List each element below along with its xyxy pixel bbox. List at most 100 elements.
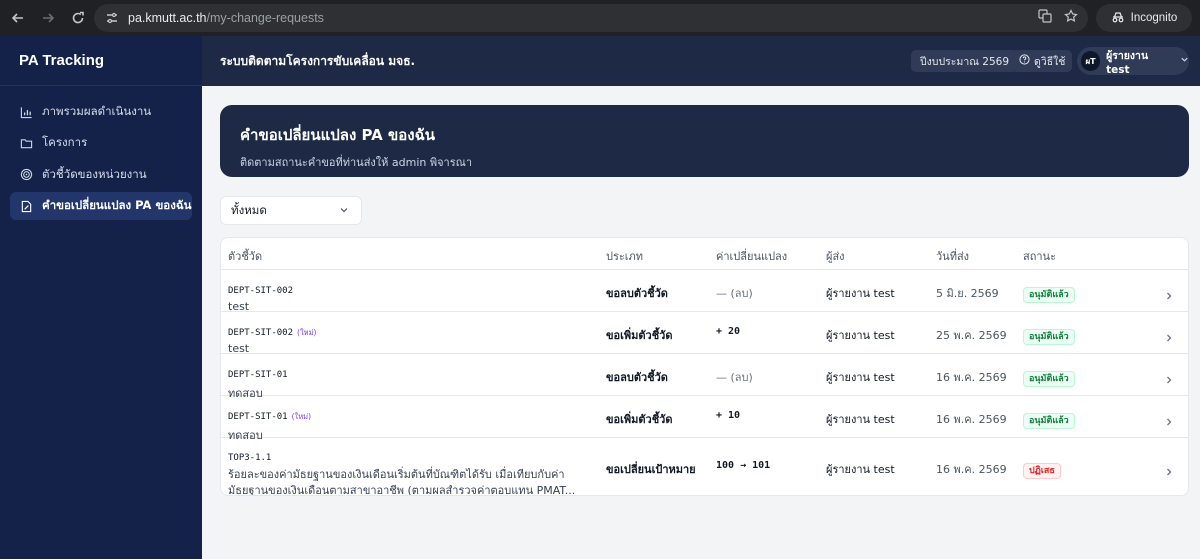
indicator-name-line: ร้อยละของค่ามัธยฐานของเงินเดือนเริ่มต้นท… — [228, 468, 565, 481]
status-badge: ปฏิเสธ — [1023, 462, 1061, 479]
indicator-code: DEPT-SIT-01 — [228, 370, 288, 380]
sidebar-item-label: คำขอเปลี่ยนแปลง PA ของฉัน — [42, 198, 192, 213]
status-badge: อนุมัติแล้ว — [1023, 329, 1075, 345]
address-bar[interactable]: pa.kmutt.ac.th/my-change-requests — [94, 4, 1088, 32]
url-path: /my-change-requests — [206, 11, 324, 25]
chevron-right-icon[interactable] — [1164, 412, 1174, 426]
sender-name: ผู้รายงาน test — [826, 371, 895, 384]
submit-date: 25 พ.ค. 2569 — [936, 329, 1007, 342]
change-value: — (ลบ) — [716, 371, 753, 384]
change-value: + 20 — [716, 326, 741, 337]
status-badge: อนุมัติแล้ว — [1023, 371, 1075, 387]
request-type: ขอเพิ่มตัวชี้วัด — [606, 413, 673, 426]
table-header: ตัวชี้วัด ประเภท ค่าเปลี่ยนแปลง ผู้ส่ง ว… — [221, 238, 1188, 270]
user-menu-button[interactable]: ผT ผู้รายงาน test — [1077, 47, 1189, 76]
indicator-name: ร้อยละของค่ามัธยฐานของเงินเดือนเริ่มต้นท… — [228, 467, 576, 496]
sender-name: ผู้รายงาน test — [826, 329, 895, 342]
page-subtitle: ติดตามสถานะคำขอที่ท่านส่งให้ admin พิจาร… — [240, 156, 473, 169]
bookmark-star-icon[interactable] — [1064, 9, 1078, 27]
folder-icon — [19, 136, 33, 150]
status-cell: อนุมัติแล้ว — [1023, 408, 1075, 429]
submit-date: 5 มิ.ย. 2569 — [936, 287, 999, 300]
status-cell: อนุมัติแล้ว — [1023, 366, 1075, 387]
table-row[interactable]: DEPT-SIT-01 ทดสอบ ขอลบตัวชี้วัด — (ลบ) ผ… — [221, 354, 1188, 400]
change-value: — (ลบ) — [716, 287, 753, 300]
table-body: DEPT-SIT-002 test ขอลบตัวชี้วัด — (ลบ) ผ… — [221, 270, 1188, 495]
file-edit-icon — [19, 199, 33, 213]
status-cell: ปฏิเสธ — [1023, 458, 1061, 479]
brand-logo[interactable]: PA Tracking — [0, 36, 202, 86]
sidebar-item-indicators[interactable]: ตัวชี้วัดของหน่วยงาน — [10, 161, 192, 189]
table-row[interactable]: DEPT-SIT-002 test ขอลบตัวชี้วัด — (ลบ) ผ… — [221, 270, 1188, 313]
submit-date: 16 พ.ค. 2569 — [936, 413, 1007, 426]
chevron-right-icon[interactable] — [1164, 370, 1174, 384]
chevron-down-icon — [1180, 55, 1189, 67]
incognito-button[interactable]: Incognito — [1096, 4, 1192, 32]
reload-icon[interactable] — [64, 4, 92, 32]
status-cell: อนุมัติแล้ว — [1023, 324, 1075, 345]
incognito-label: Incognito — [1130, 12, 1178, 24]
target-icon — [19, 168, 33, 182]
indicator-cell: TOP3-1.1 ร้อยละของค่ามัธยฐานของเงินเดือน… — [228, 445, 576, 496]
chevron-right-icon[interactable] — [1164, 462, 1174, 475]
sidebar-item-label: ตัวชี้วัดของหน่วยงาน — [42, 166, 147, 181]
translate-icon[interactable] — [1038, 9, 1052, 27]
back-icon[interactable] — [4, 4, 32, 32]
chevron-down-icon — [339, 204, 349, 214]
url-text: pa.kmutt.ac.th/my-change-requests — [128, 11, 324, 25]
status-badge: อนุมัติแล้ว — [1023, 413, 1075, 429]
submit-date: 16 พ.ค. 2569 — [936, 462, 1007, 476]
fiscal-year-badge[interactable]: ปีงบประมาณ 2569 — [911, 50, 1019, 72]
page-hero: คำขอเปลี่ยนแปลง PA ของฉัน ติดตามสถานะคำข… — [220, 105, 1189, 177]
table-row[interactable]: TOP3-1.1 ร้อยละของค่ามัธยฐานของเงินเดือน… — [221, 438, 1188, 495]
bar-chart-icon — [19, 105, 33, 119]
sidebar-item-my-change-requests[interactable]: คำขอเปลี่ยนแปลง PA ของฉัน — [10, 192, 192, 221]
chevron-right-icon[interactable] — [1164, 286, 1174, 300]
indicator-name-line: มัธยฐานของเงินเดือนตามสาขาอาชีพ (ตามผลสำ… — [228, 484, 576, 496]
change-value: 100 → 101 — [716, 459, 771, 471]
indicator-code: TOP3-1.1 — [228, 453, 272, 463]
status-badge: อนุมัติแล้ว — [1023, 287, 1075, 303]
change-value: + 10 — [716, 410, 741, 421]
status-filter-select[interactable]: ทั้งหมด — [220, 196, 362, 225]
url-host: pa.kmutt.ac.th — [128, 11, 207, 25]
chevron-right-icon[interactable] — [1164, 328, 1174, 342]
change-requests-table: ตัวชี้วัด ประเภท ค่าเปลี่ยนแปลง ผู้ส่ง ว… — [220, 237, 1189, 496]
col-sender: ผู้ส่ง — [826, 250, 845, 263]
sidebar-item-label: โครงการ — [42, 135, 88, 150]
sidebar-item-overview[interactable]: ภาพรวมผลดำเนินงาน — [10, 98, 192, 126]
user-name: ผู้รายงาน test — [1106, 49, 1149, 76]
page-title: คำขอเปลี่ยนแปลง PA ของฉัน — [240, 126, 436, 144]
table-row[interactable]: DEPT-SIT-002 (ใหม่) test ขอเพิ่มตัวชี้วัด… — [221, 312, 1188, 355]
sender-name: ผู้รายงาน test — [826, 413, 895, 426]
system-title: ระบบติดตามโครงการขับเคลื่อน มจธ. — [220, 53, 416, 68]
table-row[interactable]: DEPT-SIT-01 (ใหม่) ทดสอบ ขอเพิ่มตัวชี้วัด… — [221, 396, 1188, 442]
request-type: ขอเปลี่ยนเป้าหมาย — [606, 462, 696, 476]
app-header: ระบบติดตามโครงการขับเคลื่อน มจธ. ปีงบประ… — [202, 36, 1200, 86]
browser-toolbar: pa.kmutt.ac.th/my-change-requests Incogn… — [0, 0, 1200, 36]
request-type: ขอลบตัวชี้วัด — [606, 287, 668, 300]
request-type: ขอเพิ่มตัวชี้วัด — [606, 329, 673, 342]
sidebar-item-label: ภาพรวมผลดำเนินงาน — [42, 104, 152, 118]
submit-date: 16 พ.ค. 2569 — [936, 371, 1007, 384]
help-label: ดูวิธีใช้ — [1034, 55, 1066, 68]
col-status: สถานะ — [1023, 250, 1056, 263]
new-tag: (ใหม่) — [291, 412, 312, 421]
forward-icon[interactable] — [34, 4, 62, 32]
sidebar-nav: ภาพรวมผลดำเนินงาน โครงการ ตัวชี้วัดของหน… — [0, 86, 202, 221]
indicator-code: DEPT-SIT-01 — [228, 412, 288, 422]
col-change: ค่าเปลี่ยนแปลง — [716, 250, 788, 263]
main-content: คำขอเปลี่ยนแปลง PA ของฉัน ติดตามสถานะคำข… — [202, 86, 1200, 559]
new-tag: (ใหม่) — [297, 328, 317, 337]
help-button[interactable]: ดูวิธีใช้ — [1012, 50, 1073, 72]
help-icon — [1019, 54, 1030, 68]
indicator-code: DEPT-SIT-002 — [228, 328, 294, 338]
col-indicator: ตัวชี้วัด — [228, 250, 263, 263]
avatar: ผT — [1081, 51, 1101, 71]
incognito-icon — [1111, 11, 1125, 26]
sender-name: ผู้รายงาน test — [826, 462, 895, 476]
site-settings-icon[interactable] — [104, 10, 120, 26]
col-date: วันที่ส่ง — [936, 250, 970, 263]
sidebar-item-projects[interactable]: โครงการ — [10, 129, 192, 157]
indicator-cell: DEPT-SIT-002 test — [228, 278, 293, 313]
